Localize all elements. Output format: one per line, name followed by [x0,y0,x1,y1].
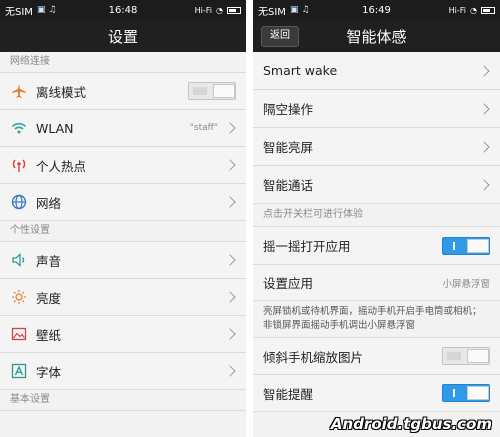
wlan-network-name: "staff" [189,123,218,133]
chevron-right-icon [224,196,236,208]
wifi-status-icon: ◔ [216,5,223,15]
hotspot-icon [10,156,28,174]
motion-item-smart-wake[interactable]: Smart wake [253,52,500,90]
section-header-personal: 个性设置 [0,221,246,242]
settings-item-wlan[interactable]: WLAN "staff" [0,110,246,147]
hifi-label: Hi-Fi [194,5,213,15]
motion-item-label: 隔空操作 [263,102,314,117]
settings-item-label: 离线模式 [36,84,87,100]
back-button[interactable]: 返回 [261,26,299,47]
chevron-right-icon [478,102,490,115]
settings-item-label: WLAN [36,120,74,136]
battery-icon [481,6,495,14]
chevron-right-icon [224,122,236,134]
motion-item-label: Smart wake [263,63,338,78]
chevron-right-icon [478,64,490,77]
motion-item-label: 智能提醒 [263,386,314,402]
section-header-basic: 基本设置 [0,390,246,411]
settings-item-label: 个人热点 [36,158,87,174]
motion-item-label: 智能通话 [263,178,314,193]
section-header-experience: 点击开关栏可进行体验 [253,204,500,227]
screenshot-divider [246,0,253,437]
watermark: Android.tgbus.com [330,415,492,433]
chevron-right-icon [478,140,490,153]
page-title: 设置 [107,27,138,46]
font-icon [10,362,28,380]
settings-item-hotspot[interactable]: 个人热点 [0,147,246,184]
shake-toggle[interactable] [442,236,490,255]
chevron-right-icon [224,365,236,377]
wifi-icon [10,119,28,137]
settings-item-label: 声音 [36,253,62,269]
chevron-right-icon [224,328,236,340]
speaker-icon [10,251,28,269]
carrier-label: 无SIM [5,6,33,18]
motion-item-smart-screen-on[interactable]: 智能亮屏 [253,128,500,166]
settings-screen: 无SIM ▣ ♫ 16:48 Hi-Fi ◔ 设置 网络连接 离线模式 WLAN… [0,0,246,437]
gallery-notification-icon: ▣ [36,5,46,15]
smart-motion-screen: 无SIM ▣ ♫ 16:49 Hi-Fi ◔ 返回 智能体感 Smart wak… [253,0,500,437]
status-bar: 无SIM ▣ ♫ 16:49 Hi-Fi ◔ [253,0,500,20]
settings-item-label: 字体 [36,364,62,380]
motion-item-tilt-zoom[interactable]: 倾斜手机缩放图片 [253,338,500,375]
sun-icon [10,288,28,306]
chevron-right-icon [224,159,236,171]
chevron-right-icon [224,291,236,303]
page-title-bar: 返回 智能体感 [253,20,500,52]
motion-item-label: 设置应用 [263,276,314,291]
settings-item-label: 亮度 [36,290,62,306]
battery-icon [227,6,241,14]
gallery-notification-icon: ▣ [289,5,299,15]
settings-item-wallpaper[interactable]: 壁纸 [0,316,246,353]
motion-item-shake-open-app[interactable]: 摇一摇打开应用 [253,227,500,265]
motion-item-label: 智能亮屏 [263,140,314,155]
chevron-right-icon [224,254,236,266]
chevron-right-icon [478,178,490,191]
page-title: 智能体感 [346,27,407,46]
carrier-label: 无SIM [258,6,286,18]
motion-item-smart-remind[interactable]: 智能提醒 [253,375,500,412]
settings-item-sound[interactable]: 声音 [0,242,246,279]
tilt-zoom-toggle[interactable] [442,347,490,365]
settings-item-airplane[interactable]: 离线模式 [0,73,246,110]
page-title-bar: 设置 [0,20,246,52]
airplane-mode-toggle[interactable] [188,82,236,100]
picture-icon [10,325,28,343]
wifi-status-icon: ◔ [470,5,477,15]
motion-item-label: 倾斜手机缩放图片 [263,349,364,365]
hifi-label: Hi-Fi [448,5,467,15]
set-app-value: 小屏悬浮窗 [442,278,490,290]
settings-item-brightness[interactable]: 亮度 [0,279,246,316]
motion-item-air-gesture[interactable]: 隔空操作 [253,90,500,128]
music-notification-icon: ♫ [301,5,310,15]
settings-item-label: 壁纸 [36,327,62,343]
motion-item-set-app[interactable]: 设置应用 小屏悬浮窗 [253,265,500,301]
settings-item-label: 网络 [36,195,62,211]
motion-item-label: 摇一摇打开应用 [263,239,351,254]
globe-icon [10,193,28,211]
smart-remind-toggle[interactable] [442,384,490,402]
settings-item-network[interactable]: 网络 [0,184,246,221]
music-notification-icon: ♫ [48,5,57,15]
section-header-network: 网络连接 [0,52,246,73]
airplane-icon [10,82,28,100]
settings-item-font[interactable]: 字体 [0,353,246,390]
shake-description: 亮屏锁机或待机界面，摇动手机开启手电筒或相机；非锁屏界面摇动手机调出小屏悬浮窗 [253,301,500,338]
motion-item-smart-call[interactable]: 智能通话 [253,166,500,204]
status-bar: 无SIM ▣ ♫ 16:48 Hi-Fi ◔ [0,0,246,20]
